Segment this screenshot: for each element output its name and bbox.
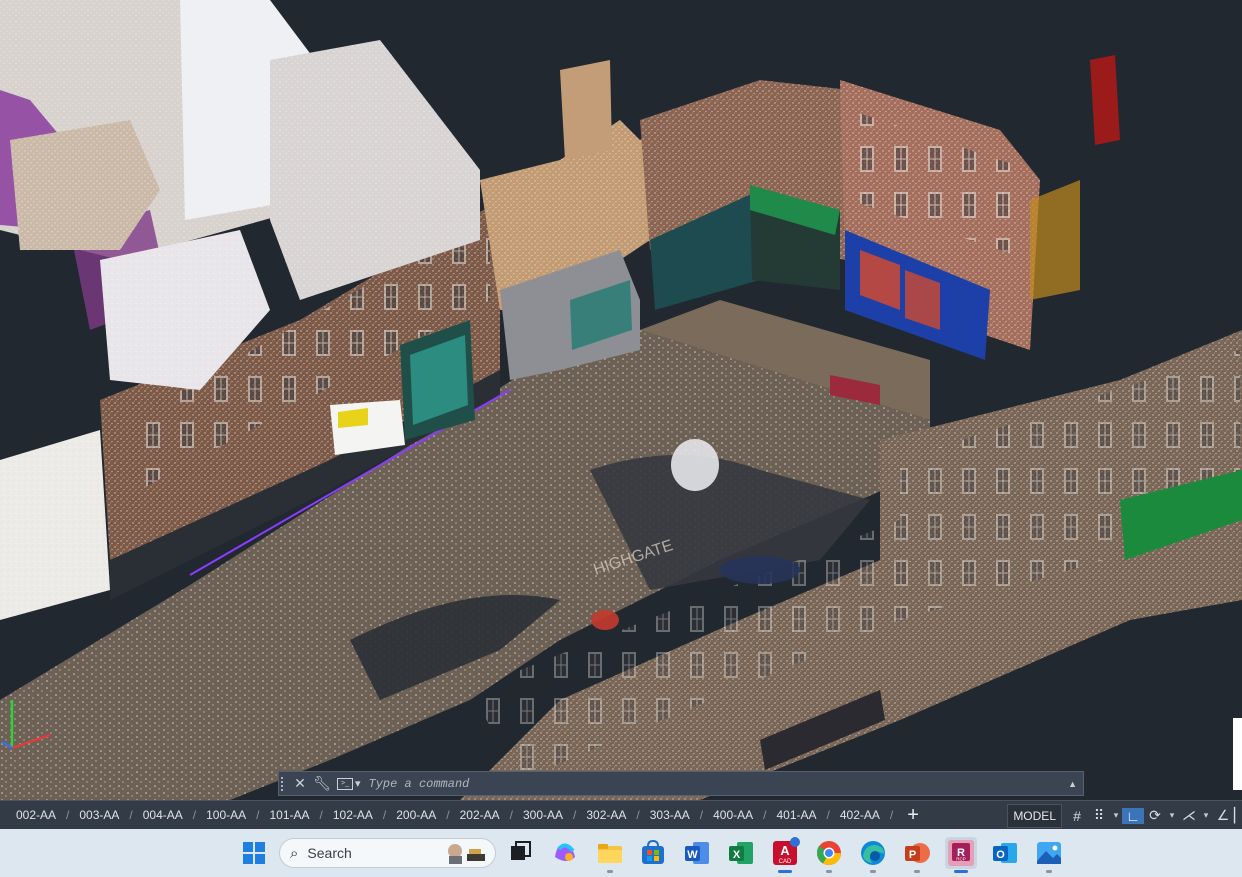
command-line-grip[interactable] <box>281 776 289 791</box>
layout-tab-401-aa[interactable]: 401-AA <box>767 801 827 829</box>
layout-tab-202-aa[interactable]: 202-AA <box>450 801 510 829</box>
folder-icon <box>598 844 622 863</box>
running-indicator <box>954 870 968 873</box>
taskbar-app-edge[interactable] <box>857 837 889 873</box>
close-icon[interactable]: ✕ <box>289 775 311 792</box>
taskbar-app-task-view[interactable] <box>505 837 537 869</box>
taskbar-app-recap[interactable]: R RCP <box>945 837 977 873</box>
start-button[interactable] <box>238 837 270 869</box>
outlook-icon: O <box>993 843 1017 863</box>
copilot-icon <box>555 843 575 861</box>
search-highlight-icon <box>448 844 485 864</box>
autocad-icon: ACAD <box>773 837 800 865</box>
windows-taskbar: ⌕ Search W X A CAD P R RCP O <box>0 829 1242 877</box>
model-space-button[interactable]: MODEL <box>1007 803 1062 828</box>
polar-dropdown-icon[interactable]: ▾ <box>1166 810 1178 821</box>
layout-tab-100-aa[interactable]: 100-AA <box>196 801 256 829</box>
running-indicator <box>1046 870 1052 873</box>
taskbar-app-microsoft-store[interactable] <box>637 837 669 869</box>
taskbar-app-photos[interactable] <box>1033 837 1065 873</box>
layout-tab-302-aa[interactable]: 302-AA <box>576 801 636 829</box>
status-bar-right: MODEL # ⠿ ▾ ∟ ⟳ ▾ ⋌ ▾ ∠ ▏ <box>1007 803 1242 828</box>
taskbar-app-chrome[interactable] <box>813 837 845 873</box>
model-space-viewport[interactable]: HIGHGATE ✕ 🔧︎ >_ ▾ Type a command ▲ <box>0 0 1242 800</box>
edge-icon <box>861 841 885 865</box>
svg-text:CAD: CAD <box>779 859 792 865</box>
overflow-icon[interactable]: ▏ <box>1234 807 1242 824</box>
command-input[interactable] <box>366 775 1069 792</box>
layout-tab-002-aa[interactable]: 002-AA <box>6 801 66 829</box>
dark-car <box>720 556 800 584</box>
svg-text:W: W <box>687 849 698 861</box>
running-indicator <box>607 870 613 873</box>
search-icon: ⌕ <box>290 844 299 862</box>
layout-tab-303-aa[interactable]: 303-AA <box>640 801 700 829</box>
snap-dropdown-icon[interactable]: ▾ <box>1110 810 1122 821</box>
taskbar-search[interactable]: ⌕ Search <box>279 838 496 868</box>
taskbar-app-file-explorer[interactable] <box>594 837 626 873</box>
store-icon <box>642 839 664 864</box>
taskbar-app-copilot[interactable] <box>549 837 581 869</box>
layout-tab-102-aa[interactable]: 102-AA <box>323 801 383 829</box>
status-bar: 002-AA/003-AA/004-AA/100-AA/101-AA/102-A… <box>0 800 1242 829</box>
layout-tab-101-aa[interactable]: 101-AA <box>260 801 320 829</box>
add-layout-button[interactable]: + <box>893 804 933 827</box>
taskbar-app-powerpoint[interactable]: P <box>901 837 933 873</box>
windows-logo-icon <box>243 842 265 864</box>
angle-icon[interactable]: ∠ <box>1212 807 1234 824</box>
recap-icon: RRCP <box>948 840 974 866</box>
ortho-icon[interactable]: ∟ <box>1122 807 1144 824</box>
taskbar-app-outlook[interactable]: O <box>989 837 1021 869</box>
svg-text:O: O <box>996 849 1005 861</box>
command-line-bar: ✕ 🔧︎ >_▾ ▲ <box>278 771 1084 796</box>
taskbar-app-excel[interactable]: X <box>725 837 757 869</box>
isodraft-icon[interactable]: ⋌ <box>1178 807 1200 824</box>
layout-tabs: 002-AA/003-AA/004-AA/100-AA/101-AA/102-A… <box>0 801 933 829</box>
svg-text:P: P <box>909 849 916 861</box>
grid-icon[interactable]: # <box>1066 808 1088 824</box>
word-icon: W <box>685 842 709 864</box>
snap-icon[interactable]: ⠿ <box>1088 807 1110 824</box>
svg-text:X: X <box>733 849 741 861</box>
task-view-icon <box>511 841 531 860</box>
svg-text:A: A <box>780 843 790 858</box>
layout-tab-402-aa[interactable]: 402-AA <box>830 801 890 829</box>
search-label: Search <box>307 845 352 861</box>
history-up-icon[interactable]: ▲ <box>1068 779 1077 789</box>
layout-tab-400-aa[interactable]: 400-AA <box>703 801 763 829</box>
running-indicator <box>870 870 876 873</box>
powerpoint-icon: P <box>905 843 930 863</box>
point-cloud-scene: HIGHGATE <box>0 0 1242 800</box>
white-car <box>671 439 719 491</box>
running-indicator <box>826 870 832 873</box>
layout-tab-003-aa[interactable]: 003-AA <box>69 801 129 829</box>
command-prompt-icon[interactable]: >_ ▾ <box>337 777 361 790</box>
layout-tab-200-aa[interactable]: 200-AA <box>386 801 446 829</box>
taskbar-app-word[interactable]: W <box>681 837 713 869</box>
running-indicator <box>778 870 792 873</box>
layout-tab-004-aa[interactable]: 004-AA <box>133 801 193 829</box>
customize-wrench-icon[interactable]: 🔧︎ <box>311 775 333 792</box>
isodraft-dropdown-icon[interactable]: ▾ <box>1200 810 1212 821</box>
running-indicator <box>914 870 920 873</box>
svg-text:RCP: RCP <box>956 857 966 862</box>
layout-tab-300-aa[interactable]: 300-AA <box>513 801 573 829</box>
viewcube-edge <box>1233 718 1242 790</box>
polar-icon[interactable]: ⟳ <box>1144 807 1166 824</box>
excel-icon: X <box>729 842 753 864</box>
taskbar-app-autocad[interactable]: A CAD <box>769 837 801 873</box>
chrome-icon <box>816 841 841 866</box>
photos-icon <box>1037 842 1061 864</box>
